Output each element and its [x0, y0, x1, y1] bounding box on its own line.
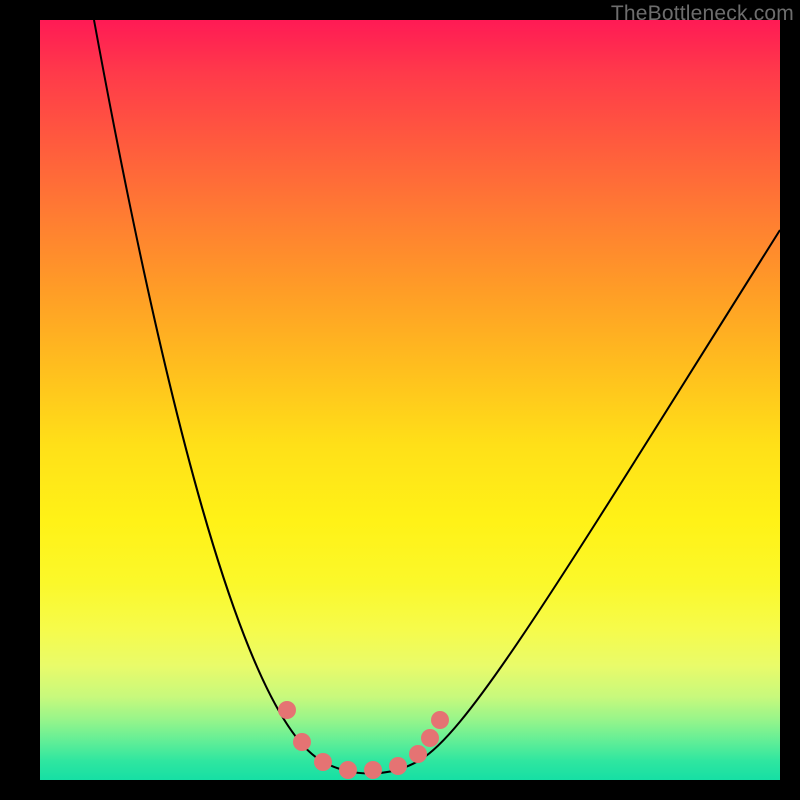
- data-marker: [389, 757, 407, 775]
- data-marker: [339, 761, 357, 779]
- data-marker: [421, 729, 439, 747]
- plot-area: [40, 20, 780, 780]
- data-marker: [293, 733, 311, 751]
- watermark-text: TheBottleneck.com: [611, 2, 794, 26]
- chart-svg: [40, 20, 780, 780]
- bottleneck-curve: [94, 20, 780, 774]
- data-marker: [364, 761, 382, 779]
- data-marker: [314, 753, 332, 771]
- data-marker: [409, 745, 427, 763]
- chart-frame: TheBottleneck.com: [0, 0, 800, 800]
- marker-group: [278, 701, 449, 779]
- data-marker: [278, 701, 296, 719]
- data-marker: [431, 711, 449, 729]
